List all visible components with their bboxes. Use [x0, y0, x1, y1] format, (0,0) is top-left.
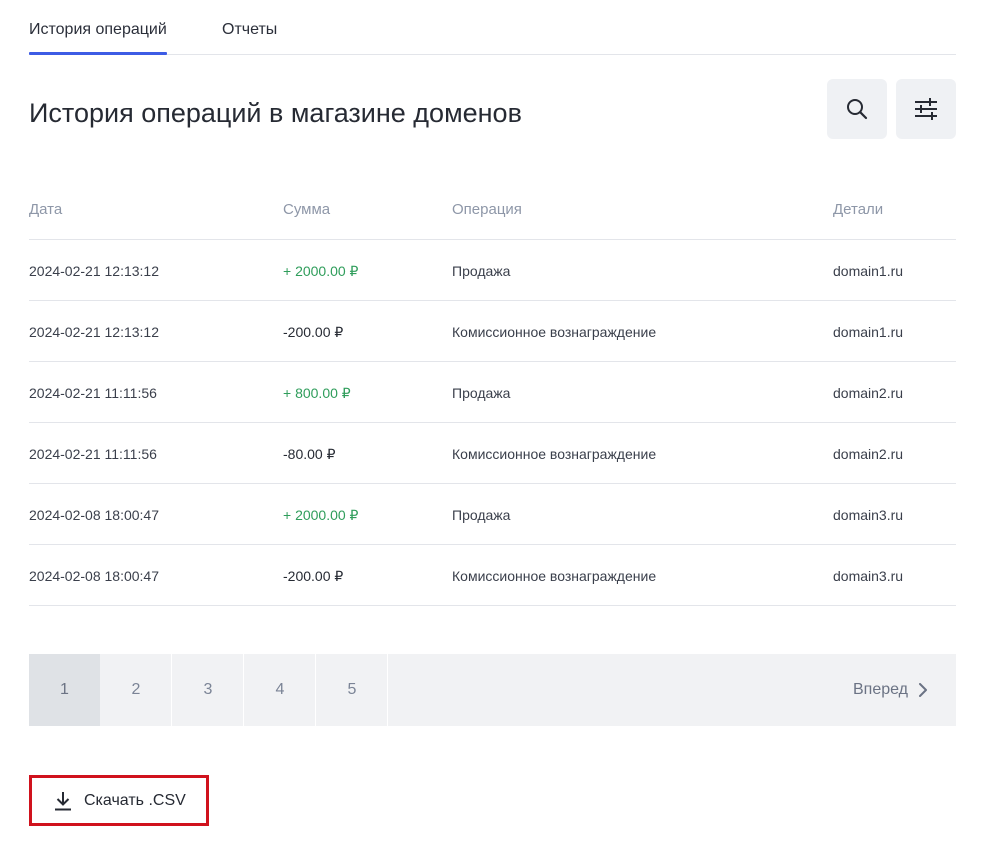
search-button[interactable] — [827, 79, 887, 139]
cell-sum: -80.00 ₽ — [283, 446, 336, 462]
cell-sum: -200.00 ₽ — [283, 324, 344, 340]
tab-reports[interactable]: Отчеты — [222, 20, 277, 40]
table-row: 2024-02-21 12:13:12 + 2000.00 ₽ Продажа … — [29, 240, 956, 301]
table-row: 2024-02-21 11:11:56 + 800.00 ₽ Продажа d… — [29, 362, 956, 423]
cell-date: 2024-02-21 11:11:56 — [29, 385, 157, 401]
tab-history[interactable]: История операций — [29, 20, 167, 55]
cell-date: 2024-02-21 11:11:56 — [29, 446, 157, 462]
cell-operation: Комиссионное вознаграждение — [452, 324, 657, 340]
operations-table: Дата Сумма Операция Детали 2024-02-21 12… — [29, 179, 956, 606]
download-icon — [55, 791, 71, 810]
cell-details: domain1.ru — [833, 263, 904, 279]
download-csv-button[interactable]: Скачать .CSV — [29, 775, 209, 826]
page-button-2[interactable]: 2 — [101, 654, 172, 726]
header-operation: Операция — [452, 201, 522, 218]
cell-date: 2024-02-08 18:00:47 — [29, 568, 159, 584]
next-page-button[interactable]: Вперед — [853, 654, 928, 726]
header-date: Дата — [29, 201, 63, 218]
sliders-icon — [915, 98, 937, 120]
cell-sum: + 800.00 ₽ — [283, 385, 351, 401]
search-icon — [847, 99, 868, 120]
table-row: 2024-02-08 18:00:47 + 2000.00 ₽ Продажа … — [29, 484, 956, 545]
page-title: История операций в магазине доменов — [29, 98, 522, 128]
tabs-bar: История операций Отчеты — [29, 0, 956, 55]
cell-operation: Комиссионное вознаграждение — [452, 446, 657, 462]
cell-details: domain2.ru — [833, 385, 904, 401]
cell-details: domain3.ru — [833, 507, 904, 523]
cell-operation: Продажа — [452, 263, 511, 279]
cell-sum: -200.00 ₽ — [283, 568, 344, 584]
download-csv-label: Скачать .CSV — [84, 791, 186, 809]
cell-details: domain1.ru — [833, 324, 904, 340]
page-button-5[interactable]: 5 — [317, 654, 388, 726]
table-row: 2024-02-21 12:13:12 -200.00 ₽ Комиссионн… — [29, 301, 956, 362]
filter-button[interactable] — [896, 79, 956, 139]
table-row: 2024-02-08 18:00:47 -200.00 ₽ Комиссионн… — [29, 545, 956, 606]
cell-date: 2024-02-21 12:13:12 — [29, 324, 159, 340]
chevron-right-icon — [919, 683, 927, 697]
header-sum: Сумма — [283, 201, 331, 218]
page-button-4[interactable]: 4 — [245, 654, 316, 726]
cell-sum: + 2000.00 ₽ — [283, 507, 359, 523]
next-page-label: Вперед — [852, 681, 908, 698]
pagination: 1 2 3 4 5 Вперед — [29, 654, 956, 726]
page-button-1[interactable]: 1 — [29, 654, 100, 726]
cell-date: 2024-02-08 18:00:47 — [29, 507, 159, 523]
cell-date: 2024-02-21 12:13:12 — [29, 263, 159, 279]
table-row: 2024-02-21 11:11:56 -80.00 ₽ Комиссионно… — [29, 423, 956, 484]
table-header: Дата Сумма Операция Детали — [29, 179, 956, 240]
cell-details: domain3.ru — [833, 568, 904, 584]
cell-sum: + 2000.00 ₽ — [283, 263, 359, 279]
page-button-3[interactable]: 3 — [173, 654, 244, 726]
cell-operation: Продажа — [452, 507, 511, 523]
cell-details: domain2.ru — [833, 446, 904, 462]
header-details: Детали — [833, 201, 884, 218]
cell-operation: Комиссионное вознаграждение — [452, 568, 657, 584]
cell-operation: Продажа — [452, 385, 511, 401]
